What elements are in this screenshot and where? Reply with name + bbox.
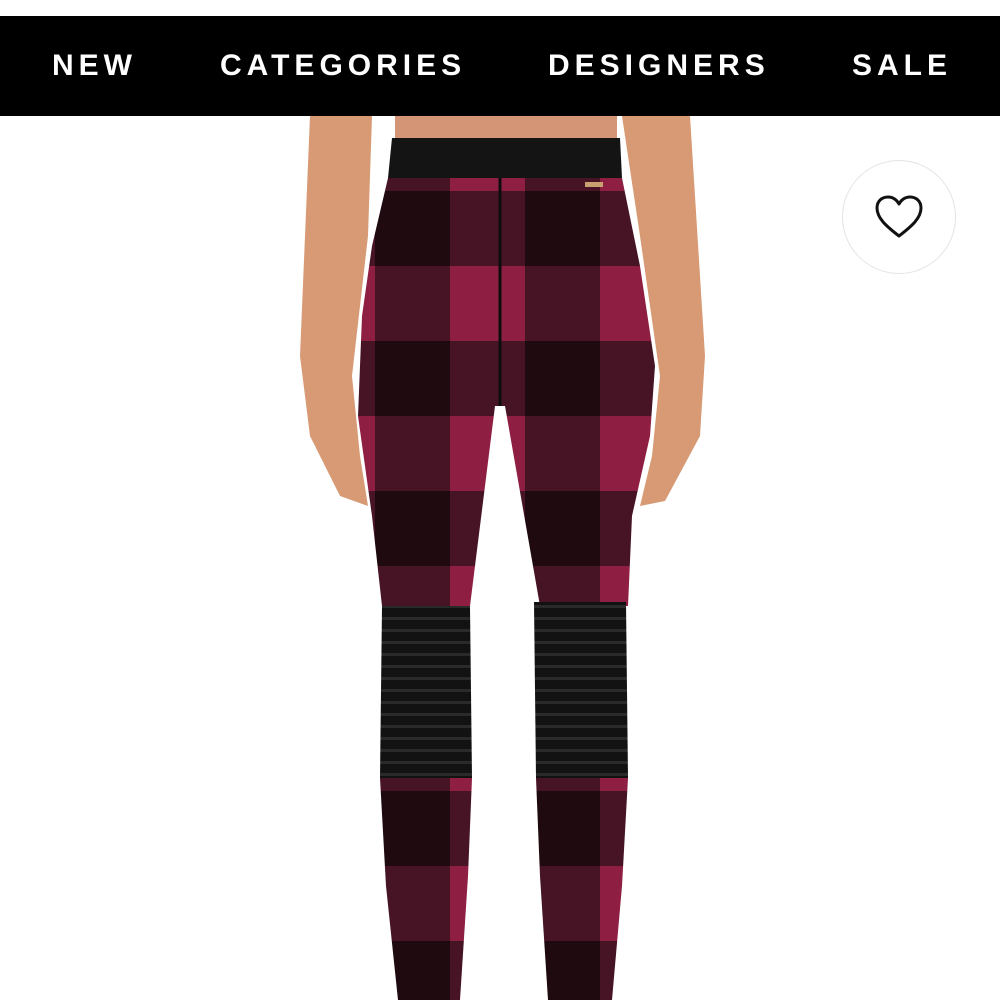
right-knee-panel [534, 602, 628, 778]
nav-item-sale[interactable]: SALE [852, 16, 952, 116]
right-lower-leg [536, 778, 628, 1000]
heart-outline-icon [875, 195, 923, 238]
favorite-button[interactable] [842, 160, 956, 274]
waistband [388, 138, 622, 178]
left-knee-panel [380, 606, 472, 778]
leggings-upper [358, 178, 655, 606]
left-arm [300, 116, 372, 506]
nav-item-categories[interactable]: CATEGORIES [220, 16, 466, 116]
product-photo[interactable] [0, 116, 1000, 1000]
nav-item-designers[interactable]: DESIGNERS [548, 16, 770, 116]
status-strip [0, 0, 1000, 16]
product-image-area [0, 116, 1000, 1000]
top-navigation: NEW CATEGORIES DESIGNERS SALE [0, 16, 1000, 116]
left-lower-leg [380, 778, 472, 1000]
brand-tag [585, 182, 603, 187]
nav-item-new[interactable]: NEW [52, 16, 137, 116]
